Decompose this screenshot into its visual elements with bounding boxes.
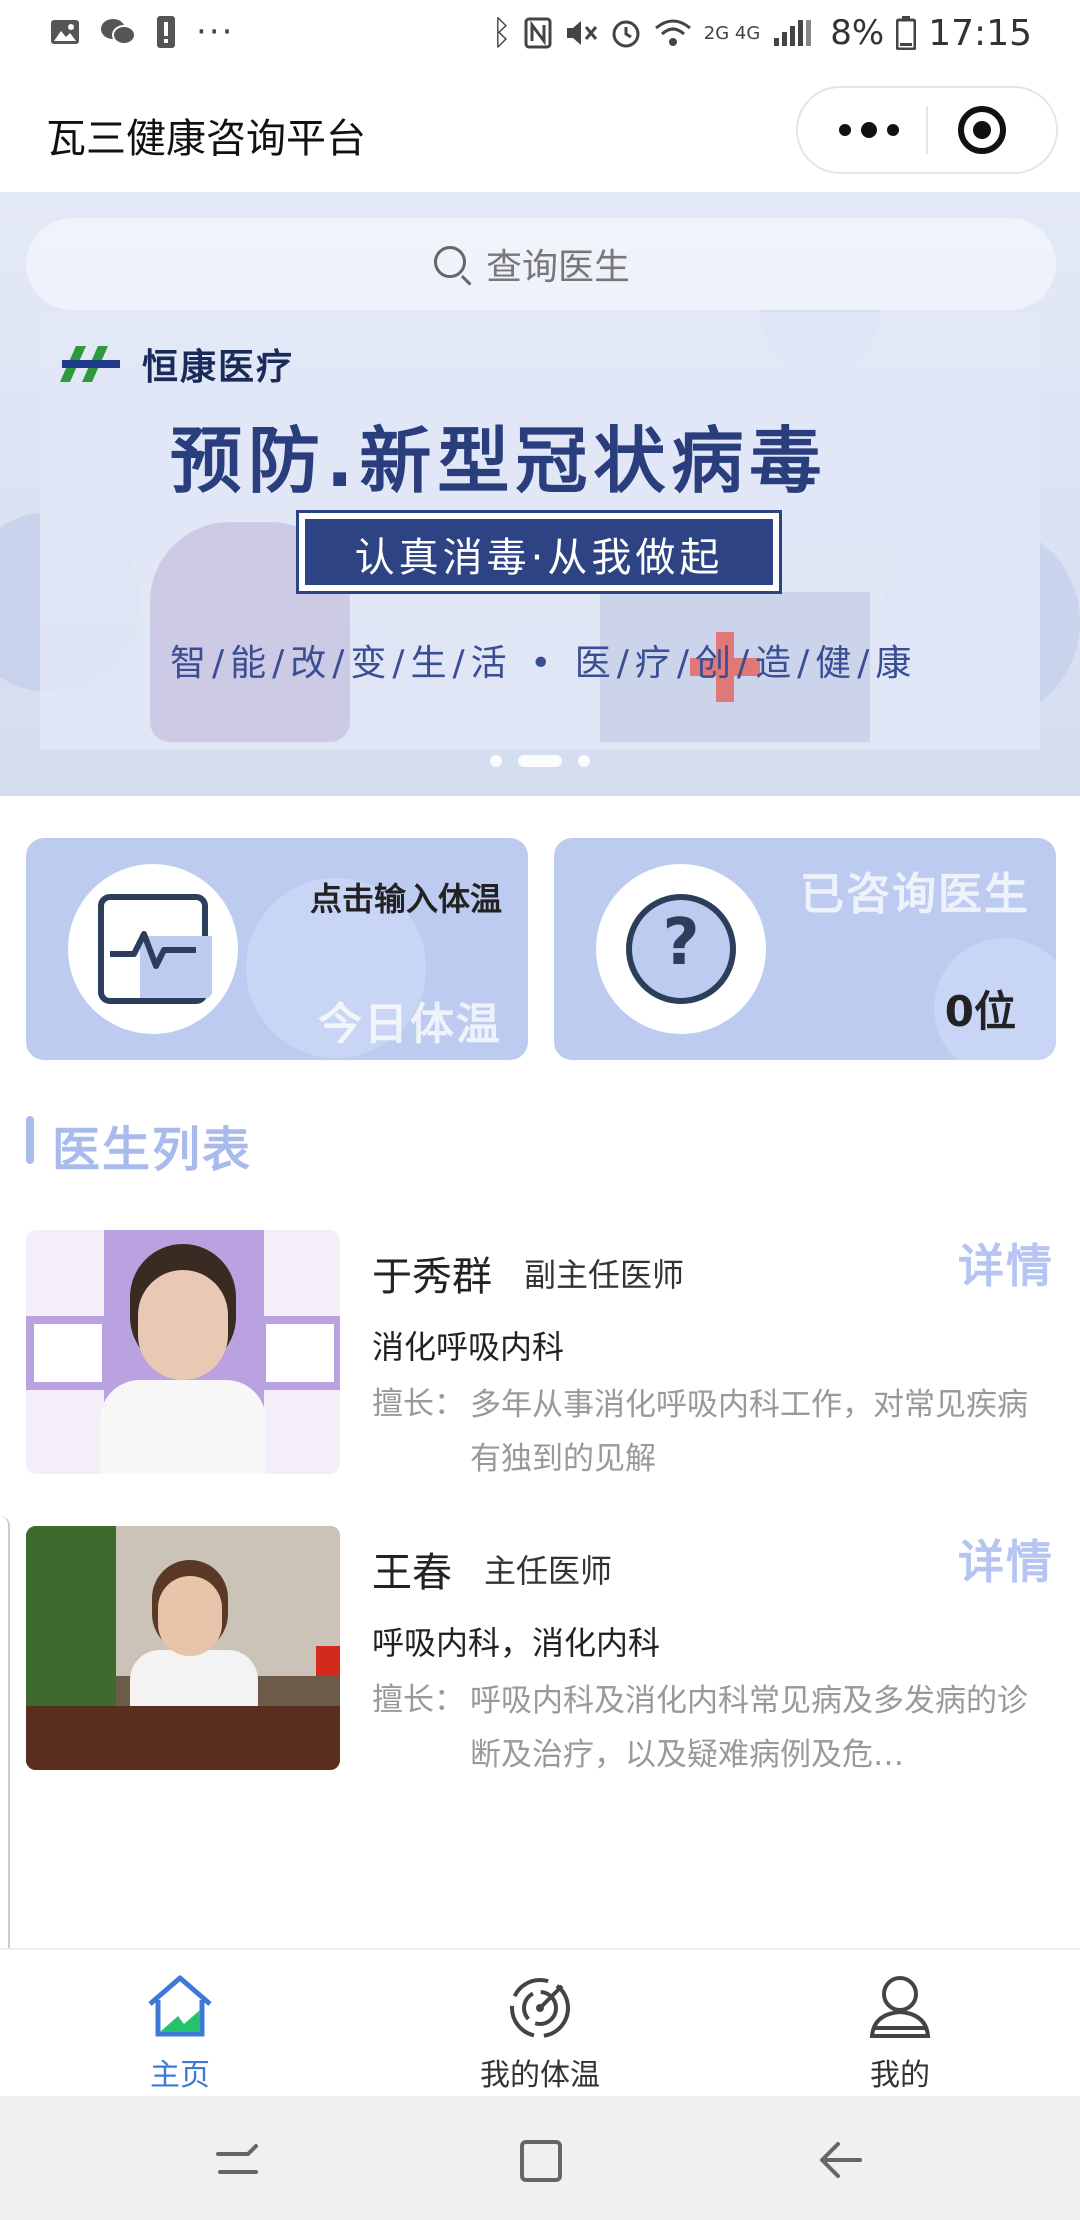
alarm-icon xyxy=(612,20,640,48)
search-placeholder: 查询医生 xyxy=(486,247,631,288)
heart-monitor-icon xyxy=(98,894,212,1004)
system-navigation-bar xyxy=(0,2096,1080,2220)
home-icon xyxy=(148,1975,212,2037)
wifi-icon xyxy=(654,19,691,46)
section-title: 医生列表 xyxy=(52,1122,253,1178)
mini-program-title-bar: 瓦三健康咨询平台 xyxy=(0,66,1080,192)
doctor-department: 呼吸内科，消化内科 xyxy=(372,1624,661,1662)
doctor-skill: 呼吸内科及消化内科常见病及多发病的诊断及治疗，以及疑难病例及危… xyxy=(470,1683,1028,1773)
close-target-icon[interactable] xyxy=(958,106,1006,154)
network-label: 2G 4G xyxy=(703,22,761,44)
banner-slogan: 智/能/改/变/生/活 • 医/疗/创/造/健/康 xyxy=(170,643,918,684)
section-accent-bar xyxy=(26,1116,34,1164)
capsule-divider xyxy=(926,106,928,154)
doctor-skill: 多年从事消化呼吸内科工作，对常见疾病有独到的见解 xyxy=(470,1387,1028,1477)
tab-my-temperature[interactable]: 我的体温 xyxy=(360,1960,720,2093)
user-icon xyxy=(869,1976,931,2038)
more-menu-button[interactable] xyxy=(814,88,924,172)
alert-icon xyxy=(157,16,175,48)
doctor-list-item[interactable]: 王春 主任医师 详情 呼吸内科，消化内科 擅长： 呼吸内科及消化内科常见病及多发… xyxy=(0,1526,1080,1776)
card-icon-circle xyxy=(68,864,238,1034)
banner-subheadline: 认真消毒·从我做起 xyxy=(354,535,724,581)
status-left-icons: ··· xyxy=(50,12,234,52)
tab-home[interactable]: 主页 xyxy=(0,1960,360,2093)
doctor-search-input[interactable]: 查询医生 xyxy=(26,218,1056,310)
status-right-icons: ᛒ 2G 4G 8% 17:15 xyxy=(491,8,1032,58)
dot-icon xyxy=(839,124,851,136)
banner-subheadline-bg: 认真消毒·从我做起 xyxy=(305,519,773,585)
battery-icon xyxy=(896,16,917,50)
consulted-doctors-card[interactable]: ? 已咨询医生 0位 xyxy=(554,838,1056,1060)
signal-icon xyxy=(774,20,812,46)
dot-icon xyxy=(887,124,899,136)
search-icon xyxy=(434,246,466,278)
doctor-photo xyxy=(26,1230,340,1474)
nfc-icon xyxy=(524,17,552,49)
bottom-tab-bar: 主页 我的体温 我的 xyxy=(0,1948,1080,2098)
temperature-card-watermark: 今日体温 xyxy=(318,999,502,1050)
carousel-indicator xyxy=(490,754,590,768)
tab-label: 我的 xyxy=(870,2058,930,2093)
wechat-icon xyxy=(101,19,136,45)
temperature-scan-icon xyxy=(510,1978,570,2038)
doctor-department: 消化呼吸内科 xyxy=(372,1328,565,1366)
tab-me[interactable]: 我的 xyxy=(720,1960,1080,2093)
question-mark: ? xyxy=(662,906,700,980)
recents-icon[interactable] xyxy=(210,2132,266,2188)
doctor-photo xyxy=(26,1526,340,1770)
battery-percent: 8% xyxy=(830,13,885,53)
banner-headline: 预防.新型冠状病毒 xyxy=(170,419,828,503)
tab-label: 我的体温 xyxy=(480,2058,600,2093)
menu-capsule xyxy=(796,86,1058,174)
doctor-detail-link[interactable]: 详情 xyxy=(958,1230,1054,1296)
dot-icon xyxy=(861,122,877,138)
status-bar: ··· ᛒ 2G 4G 8% 17:15 xyxy=(0,0,1080,66)
doctor-skill-label: 擅长： xyxy=(372,1682,465,1718)
doctor-name: 于秀群 xyxy=(372,1254,492,1300)
image-icon xyxy=(51,20,79,44)
more-dots-icon: ··· xyxy=(196,12,235,52)
question-bubble-icon: ? xyxy=(626,894,736,1004)
enter-temperature-card[interactable]: 点击输入体温 今日体温 xyxy=(26,838,528,1060)
carousel-dot[interactable] xyxy=(490,755,502,767)
pulse-line-icon xyxy=(110,931,196,969)
page-title: 瓦三健康咨询平台 xyxy=(46,116,366,162)
doctor-title: 副主任医师 xyxy=(524,1256,685,1294)
brand-logo-text: 恒康医疗 xyxy=(142,347,295,388)
carousel-dot-active[interactable] xyxy=(518,755,562,767)
carousel-dot[interactable] xyxy=(578,755,590,767)
doctor-title: 主任医师 xyxy=(484,1552,613,1590)
temperature-card-title: 点击输入体温 xyxy=(309,880,502,918)
hengkang-logo-icon xyxy=(60,346,120,382)
doctor-skill-label: 擅长： xyxy=(372,1386,465,1422)
home-square-icon[interactable] xyxy=(512,2132,568,2188)
banner-subheadline-box: 认真消毒·从我做起 xyxy=(296,510,782,594)
bluetooth-icon: ᛒ xyxy=(491,13,512,53)
mute-icon xyxy=(566,21,597,45)
doctor-list-item[interactable]: 于秀群 副主任医师 详情 消化呼吸内科 擅长： 多年从事消化呼吸内科工作，对常见… xyxy=(0,1230,1080,1480)
consulted-count: 0位 xyxy=(944,987,1016,1036)
doctor-name: 王春 xyxy=(372,1550,452,1596)
doctor-detail-link[interactable]: 详情 xyxy=(958,1526,1054,1592)
consulted-card-watermark: 已咨询医生 xyxy=(800,869,1030,920)
card-icon-circle: ? xyxy=(596,864,766,1034)
tab-label: 主页 xyxy=(150,2058,210,2093)
promo-banner[interactable]: 查询医生 恒康医疗 预防.新型冠状病毒 认真消毒·从我做起 智/能/改/变/生/… xyxy=(0,192,1080,796)
clock: 17:15 xyxy=(928,12,1032,54)
back-arrow-icon[interactable] xyxy=(814,2132,870,2188)
